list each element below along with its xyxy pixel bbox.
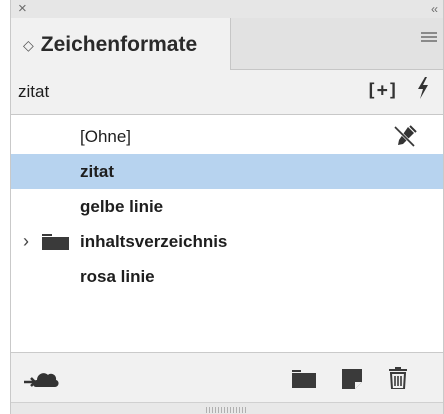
- pen-crossed-icon: [393, 125, 417, 148]
- chevron-right-icon[interactable]: ›: [23, 231, 29, 252]
- tab-bar: ◇ Zeichenformate: [11, 18, 443, 71]
- style-label: inhaltsverzeichnis: [80, 231, 228, 251]
- folder-icon: [42, 234, 69, 250]
- list-item[interactable]: [Ohne]: [11, 119, 443, 154]
- current-style-name: zitat: [18, 82, 50, 101]
- new-group-icon[interactable]: [292, 370, 316, 388]
- current-style-row: zitat [+]: [11, 70, 443, 114]
- panel-titlebar: × ‹‹: [11, 0, 443, 18]
- style-label: [Ohne]: [80, 126, 132, 146]
- resize-grip[interactable]: [206, 407, 246, 413]
- create-style-from-selection-icon[interactable]: [+]: [366, 80, 399, 101]
- tab-zeichenformate[interactable]: ◇ Zeichenformate: [11, 18, 231, 71]
- list-item[interactable]: zitat: [11, 154, 443, 189]
- panel-footer: [11, 352, 443, 402]
- updown-icon: ◇: [23, 36, 34, 53]
- tab-label: Zeichenformate: [40, 32, 198, 56]
- style-label: zitat: [80, 161, 114, 181]
- style-list: [Ohne] zitat gelbe linie › inhaltsverzei…: [11, 114, 443, 352]
- character-styles-panel: × ‹‹ ◇ Zeichenformate zitat [+] [Ohne] z…: [10, 0, 444, 414]
- resize-handle[interactable]: [11, 402, 443, 414]
- collapse-icon[interactable]: ‹‹: [431, 0, 438, 18]
- style-label: gelbe linie: [80, 196, 164, 216]
- list-item[interactable]: gelbe linie: [11, 189, 443, 224]
- cloud-sync-icon[interactable]: [22, 367, 60, 389]
- list-item[interactable]: › inhaltsverzeichnis: [11, 224, 443, 259]
- close-icon[interactable]: ×: [18, 0, 27, 18]
- quick-apply-icon[interactable]: [416, 76, 430, 106]
- panel-menu-icon[interactable]: [421, 32, 437, 44]
- list-item[interactable]: rosa linie: [11, 259, 443, 294]
- new-style-icon[interactable]: [342, 369, 362, 389]
- style-label: rosa linie: [80, 266, 155, 286]
- trash-icon[interactable]: [388, 367, 408, 389]
